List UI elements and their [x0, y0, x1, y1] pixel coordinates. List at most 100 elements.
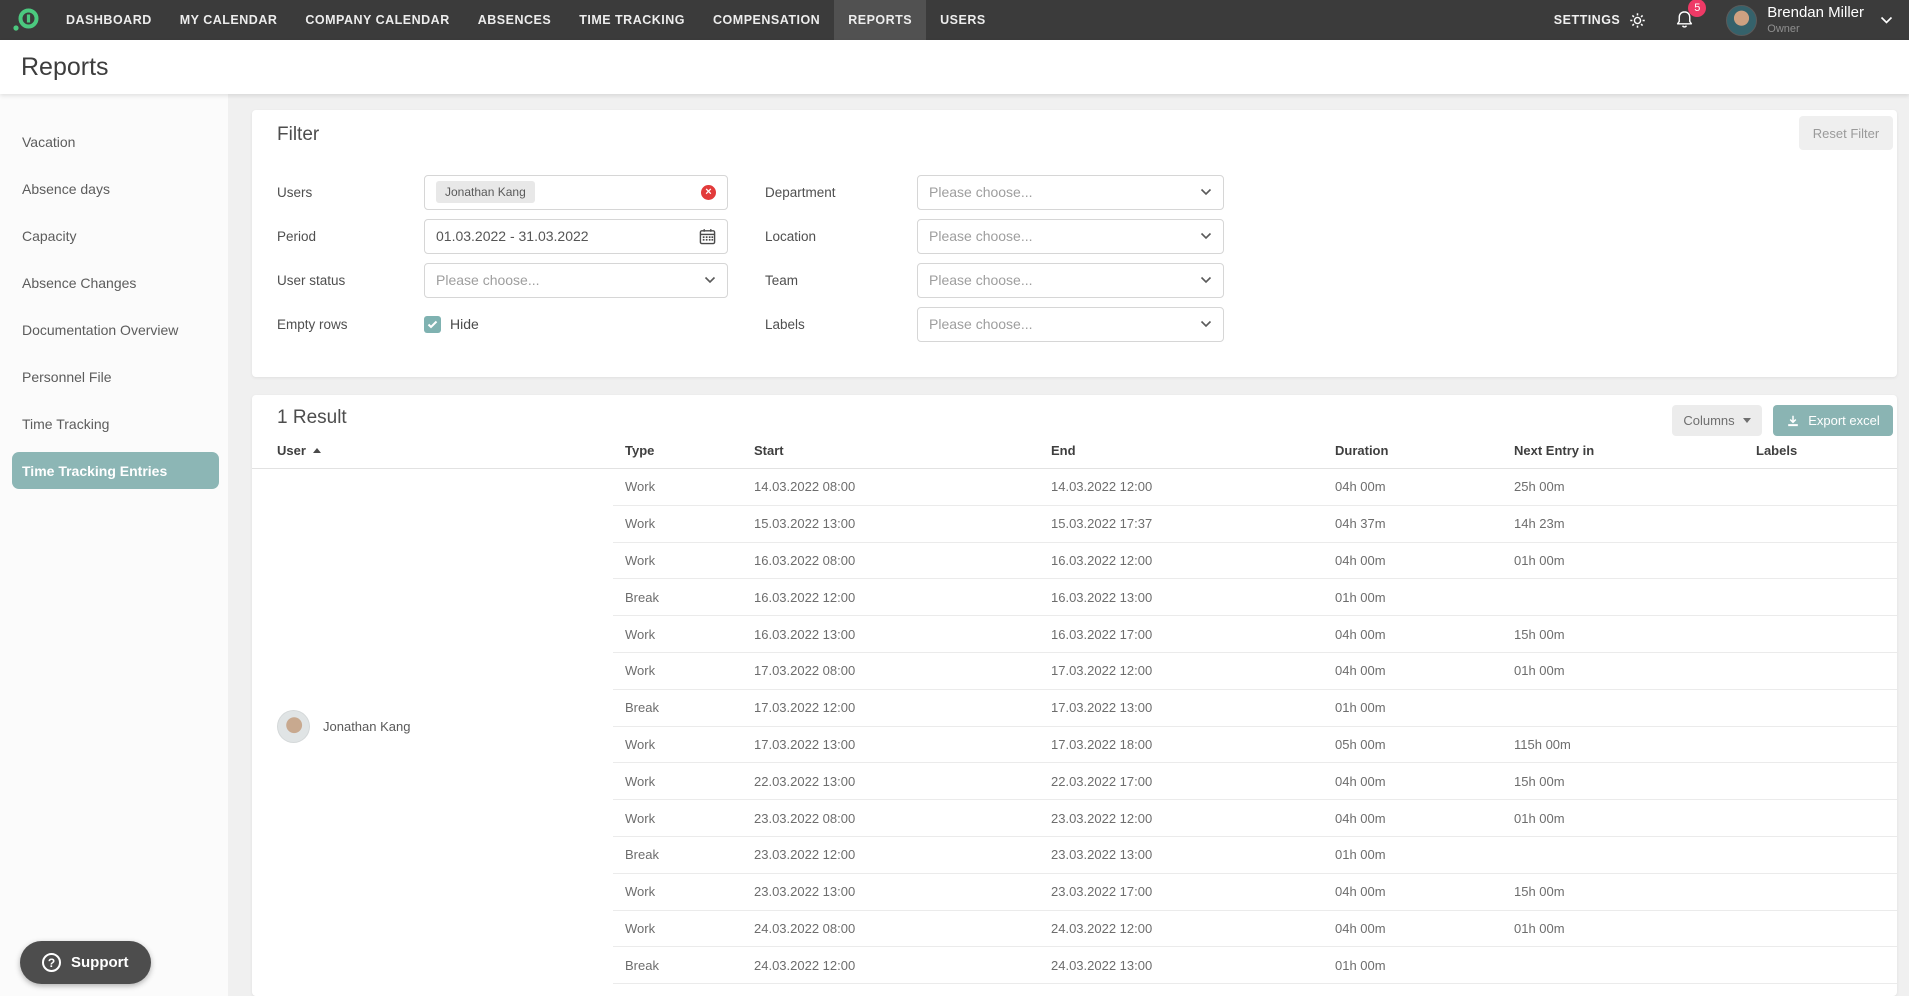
table-row[interactable]: Work 24.03.2022 08:00 24.03.2022 12:00 0… [613, 911, 1897, 948]
sidebar-item-absence-days[interactable]: Absence days [0, 165, 228, 212]
sidebar-item-vacation[interactable]: Vacation [0, 118, 228, 165]
profile-text: Brendan Miller Owner [1767, 5, 1864, 35]
cell-next-entry-in: 01h 00m [1514, 663, 1565, 679]
app-logo-icon[interactable] [0, 0, 52, 40]
table-row[interactable]: Work 16.03.2022 08:00 16.03.2022 12:00 0… [613, 543, 1897, 580]
cell-duration: 01h 00m [1335, 589, 1386, 605]
period-input[interactable]: 01.03.2022 - 31.03.2022 [424, 218, 728, 254]
cell-start: 17.03.2022 13:00 [754, 736, 856, 752]
support-button[interactable]: ? Support [20, 941, 151, 984]
cell-duration: 04h 00m [1335, 663, 1386, 679]
team-select[interactable]: Please choose... [917, 262, 1224, 298]
table-header-row: User Type Start End Duration Next Entry … [252, 433, 1897, 469]
cell-end: 17.03.2022 12:00 [1051, 663, 1153, 679]
main-content: Filter Reset Filter Users Jonathan Kang … [228, 94, 1909, 996]
cell-type: Work [625, 736, 656, 752]
export-excel-button[interactable]: Export excel [1773, 405, 1893, 436]
calendar-icon[interactable] [699, 228, 716, 245]
table-row[interactable]: Work 14.03.2022 08:00 14.03.2022 12:00 0… [613, 469, 1897, 506]
labels-select[interactable]: Please choose... [917, 306, 1224, 342]
table-row[interactable]: Break 16.03.2022 12:00 16.03.2022 13:00 … [613, 579, 1897, 617]
column-header-next-entry[interactable]: Next Entry in [1514, 443, 1756, 458]
cell-end: 24.03.2022 13:00 [1051, 957, 1153, 973]
notification-badge: 5 [1688, 0, 1707, 17]
user-status-label: User status [277, 272, 346, 288]
user-cell[interactable]: Jonathan Kang [252, 469, 613, 984]
table-row[interactable]: Work 17.03.2022 13:00 17.03.2022 18:00 0… [613, 727, 1897, 764]
cell-end: 24.03.2022 12:00 [1051, 920, 1153, 936]
table-row[interactable]: Work 16.03.2022 13:00 16.03.2022 17:00 0… [613, 616, 1897, 653]
cell-start: 17.03.2022 08:00 [754, 663, 856, 679]
nav-item-compensation[interactable]: COMPENSATION [699, 0, 834, 40]
table-row[interactable]: Work 17.03.2022 08:00 17.03.2022 12:00 0… [613, 653, 1897, 690]
table-row[interactable]: Work 23.03.2022 13:00 23.03.2022 17:00 0… [613, 874, 1897, 911]
user-chip[interactable]: Jonathan Kang [436, 181, 535, 203]
download-icon [1786, 414, 1800, 428]
cell-next-entry-in: 115h 00m [1514, 736, 1571, 752]
sidebar-item-absence-changes[interactable]: Absence Changes [0, 259, 228, 306]
sidebar-item-documentation-overview[interactable]: Documentation Overview [0, 306, 228, 353]
table-row[interactable]: Work 22.03.2022 13:00 22.03.2022 17:00 0… [613, 763, 1897, 801]
settings-label: SETTINGS [1553, 13, 1621, 27]
top-nav: DASHBOARD MY CALENDAR COMPANY CALENDAR ABSE… [0, 0, 1909, 40]
column-header-duration[interactable]: Duration [1335, 443, 1514, 458]
chevron-down-icon [1880, 16, 1893, 24]
column-header-user[interactable]: User [252, 443, 613, 458]
cell-type: Work [625, 773, 656, 789]
hide-checkbox-label: Hide [450, 316, 479, 332]
cell-next-entry-in: 01h 00m [1514, 552, 1565, 568]
users-input[interactable]: Jonathan Kang × [424, 174, 728, 210]
nav-item-my-calendar[interactable]: MY CALENDAR [166, 0, 292, 40]
user-avatar [1726, 4, 1758, 36]
results-header: 1 Result Columns Export excel [252, 405, 1897, 436]
time-tracking-table: User Type Start End Duration Next Entry … [252, 433, 1897, 985]
notifications-button[interactable]: 5 [1674, 0, 1707, 32]
sidebar-item-personnel-file[interactable]: Personnel File [0, 353, 228, 400]
column-header-end[interactable]: End [1051, 443, 1335, 458]
cell-duration: 01h 00m [1335, 957, 1386, 973]
table-row[interactable]: Break 24.03.2022 12:00 24.03.2022 13:00 … [613, 947, 1897, 985]
location-select[interactable]: Please choose... [917, 218, 1224, 254]
department-select[interactable]: Please choose... [917, 174, 1224, 210]
table-row[interactable]: Work 23.03.2022 08:00 23.03.2022 12:00 0… [613, 800, 1897, 837]
cell-duration: 04h 00m [1335, 884, 1386, 900]
column-header-type[interactable]: Type [613, 443, 754, 458]
cell-end: 16.03.2022 12:00 [1051, 552, 1153, 568]
column-header-start[interactable]: Start [754, 443, 1051, 458]
question-mark-icon: ? [42, 953, 61, 972]
user-status-select[interactable]: Please choose... [424, 262, 728, 298]
cell-duration: 04h 00m [1335, 552, 1386, 568]
cell-type: Work [625, 884, 656, 900]
profile-menu[interactable]: Brendan Miller Owner [1726, 4, 1893, 36]
employee-name: Jonathan Kang [323, 719, 411, 735]
nav-item-company-calendar[interactable]: COMPANY CALENDAR [291, 0, 463, 40]
cell-start: 14.03.2022 08:00 [754, 479, 856, 495]
filter-card: Filter Reset Filter Users Jonathan Kang … [252, 110, 1897, 377]
hide-checkbox[interactable] [424, 315, 441, 333]
nav-item-dashboard[interactable]: DASHBOARD [52, 0, 166, 40]
result-count: 1 Result [277, 407, 347, 428]
reset-filter-button[interactable]: Reset Filter [1799, 116, 1893, 150]
settings-button[interactable]: SETTINGS [1554, 12, 1647, 29]
employee-avatar [277, 710, 310, 744]
cell-start: 16.03.2022 13:00 [754, 626, 856, 642]
cell-next-entry-in: 15h 00m [1514, 626, 1565, 642]
sidebar-item-time-tracking[interactable]: Time Tracking [0, 400, 228, 447]
column-header-labels[interactable]: Labels [1756, 443, 1897, 458]
sidebar-item-capacity[interactable]: Capacity [0, 212, 228, 259]
nav-item-absences[interactable]: ABSENCES [464, 0, 565, 40]
chevron-down-icon [1200, 320, 1212, 328]
cell-next-entry-in: 01h 00m [1514, 810, 1565, 826]
cell-start: 22.03.2022 13:00 [754, 773, 856, 789]
clear-users-icon[interactable]: × [701, 184, 716, 200]
table-row[interactable]: Break 17.03.2022 12:00 17.03.2022 13:00 … [613, 690, 1897, 727]
cell-next-entry-in: 14h 23m [1514, 516, 1565, 532]
nav-item-users[interactable]: USERS [926, 0, 1000, 40]
table-row[interactable]: Work 15.03.2022 13:00 15.03.2022 17:37 0… [613, 506, 1897, 543]
chevron-down-icon [704, 276, 716, 284]
nav-item-time-tracking[interactable]: TIME TRACKING [565, 0, 699, 40]
sidebar-item-time-tracking-entries[interactable]: Time Tracking Entries [12, 452, 219, 489]
columns-button[interactable]: Columns [1672, 405, 1762, 436]
nav-item-reports[interactable]: REPORTS [834, 0, 927, 40]
table-row[interactable]: Break 23.03.2022 12:00 23.03.2022 13:00 … [613, 837, 1897, 874]
